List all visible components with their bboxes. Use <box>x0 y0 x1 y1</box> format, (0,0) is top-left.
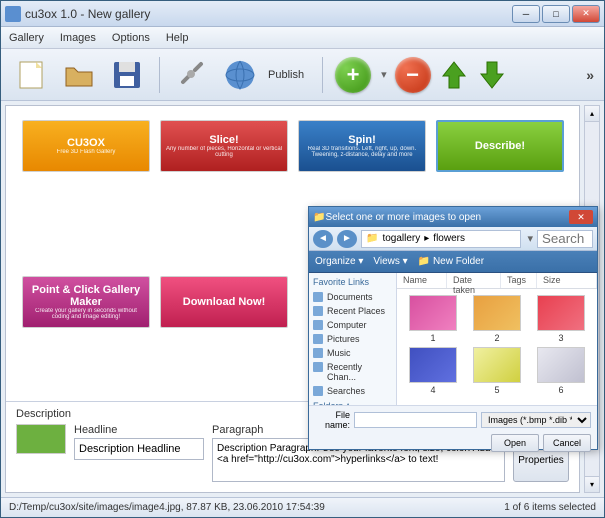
menubar: Gallery Images Options Help <box>1 27 604 49</box>
dialog-footer: File name: Images (*.bmp *.dib *.rle *.j… <box>309 405 597 449</box>
menu-options[interactable]: Options <box>112 32 150 44</box>
scroll-up-icon[interactable]: ▴ <box>585 106 599 122</box>
gallery-thumb[interactable]: Spin!Real 3D transitions. Left, right, u… <box>298 120 426 172</box>
dialog-toolbar: Organize ▾ Views ▾ 📁 New Folder <box>309 251 597 273</box>
close-button[interactable]: ✕ <box>572 5 600 23</box>
move-up-button[interactable] <box>439 57 469 93</box>
new-folder-button[interactable]: 📁 New Folder <box>418 256 484 267</box>
file-thumb[interactable]: 1 <box>403 295 463 343</box>
app-icon <box>5 6 21 22</box>
dialog-nav: ◄ ► 📁 togallery ▸ flowers ▾ <box>309 227 597 251</box>
file-list: Name Date taken Tags Size 123 456 <box>397 273 597 405</box>
gallery-thumb[interactable]: Download Now! <box>160 276 288 328</box>
remove-button[interactable]: − <box>395 57 431 93</box>
sidebar-item[interactable]: Documents <box>313 290 392 304</box>
header-name[interactable]: Name <box>397 273 447 288</box>
window-title: cu3ox 1.0 - New gallery <box>25 7 512 21</box>
toolbar-overflow-icon[interactable]: » <box>586 67 594 83</box>
move-down-button[interactable] <box>477 57 507 93</box>
minimize-button[interactable]: ─ <box>512 5 540 23</box>
add-button[interactable]: + <box>335 57 371 93</box>
headline-input[interactable] <box>74 438 204 460</box>
open-button[interactable]: Open <box>491 434 539 452</box>
status-selection: 1 of 6 items selected <box>504 502 596 513</box>
file-list-headers[interactable]: Name Date taken Tags Size <box>397 273 597 289</box>
gallery-thumb[interactable]: Slice!Any number of pieces, Horizontal o… <box>160 120 288 172</box>
statusbar: D:/Temp/cu3ox/site/images/image4.jpg, 87… <box>1 497 604 517</box>
new-icon[interactable] <box>11 55 51 95</box>
gallery-thumb[interactable]: Point & Click Gallery MakerCreate your g… <box>22 276 150 328</box>
menu-gallery[interactable]: Gallery <box>9 32 44 44</box>
sidebar-item[interactable]: Computer <box>313 318 392 332</box>
sidebar-section-title: Favorite Links <box>313 277 392 287</box>
sidebar-item[interactable]: Recently Chan... <box>313 360 392 384</box>
dialog-search-input[interactable] <box>537 230 593 248</box>
gallery-thumb[interactable]: Describe! <box>436 120 564 172</box>
file-open-dialog: 📁 Select one or more images to open ✕ ◄ … <box>308 206 598 450</box>
add-dropdown-icon[interactable]: ▾ <box>381 68 387 81</box>
sidebar-item[interactable]: Music <box>313 346 392 360</box>
scroll-down-icon[interactable]: ▾ <box>585 476 599 492</box>
maximize-button[interactable]: □ <box>542 5 570 23</box>
address-bar[interactable]: 📁 togallery ▸ flowers <box>361 230 521 248</box>
file-thumb[interactable]: 6 <box>531 347 591 395</box>
views-button[interactable]: Views ▾ <box>373 256 407 267</box>
path-part[interactable]: togallery <box>382 233 420 244</box>
menu-images[interactable]: Images <box>60 32 96 44</box>
cancel-button[interactable]: Cancel <box>543 434 591 452</box>
gallery-thumb[interactable]: CU3OXFree 3D Flash Gallery <box>22 120 150 172</box>
settings-icon[interactable] <box>172 55 212 95</box>
open-icon[interactable] <box>59 55 99 95</box>
filename-input[interactable] <box>354 412 477 428</box>
file-thumb[interactable]: 4 <box>403 347 463 395</box>
status-path: D:/Temp/cu3ox/site/images/image4.jpg, 87… <box>9 502 325 513</box>
dialog-close-button[interactable]: ✕ <box>569 210 593 224</box>
dialog-title: Select one or more images to open <box>325 212 569 223</box>
publish-label: Publish <box>268 69 304 81</box>
folder-icon: 📁 <box>366 233 378 244</box>
file-thumb[interactable]: 5 <box>467 347 527 395</box>
sidebar-item[interactable]: Searches <box>313 384 392 398</box>
save-icon[interactable] <box>107 55 147 95</box>
nav-forward-button[interactable]: ► <box>337 230 357 248</box>
file-type-select[interactable]: Images (*.bmp *.dib *.rle *.jpg <box>481 412 591 428</box>
header-date[interactable]: Date taken <box>447 273 501 288</box>
header-size[interactable]: Size <box>537 273 597 288</box>
folder-icon: 📁 <box>313 212 325 223</box>
path-part[interactable]: flowers <box>433 233 465 244</box>
chevron-right-icon: ▸ <box>424 233 429 244</box>
menu-help[interactable]: Help <box>166 32 189 44</box>
filename-label: File name: <box>315 410 350 430</box>
dialog-sidebar: Favorite Links DocumentsRecent PlacesCom… <box>309 273 397 405</box>
sidebar-item[interactable]: Recent Places <box>313 304 392 318</box>
titlebar[interactable]: cu3ox 1.0 - New gallery ─ □ ✕ <box>1 1 604 27</box>
dialog-titlebar[interactable]: 📁 Select one or more images to open ✕ <box>309 207 597 227</box>
header-tags[interactable]: Tags <box>501 273 537 288</box>
path-dropdown-icon[interactable]: ▾ <box>527 232 533 245</box>
file-thumb[interactable]: 3 <box>531 295 591 343</box>
file-thumb[interactable]: 2 <box>467 295 527 343</box>
nav-back-button[interactable]: ◄ <box>313 230 333 248</box>
sidebar-item[interactable]: Pictures <box>313 332 392 346</box>
globe-icon[interactable] <box>220 55 260 95</box>
description-preview <box>16 424 66 454</box>
organize-button[interactable]: Organize ▾ <box>315 256 363 267</box>
headline-label: Headline <box>74 424 204 436</box>
toolbar: Publish + ▾ − » <box>1 49 604 101</box>
